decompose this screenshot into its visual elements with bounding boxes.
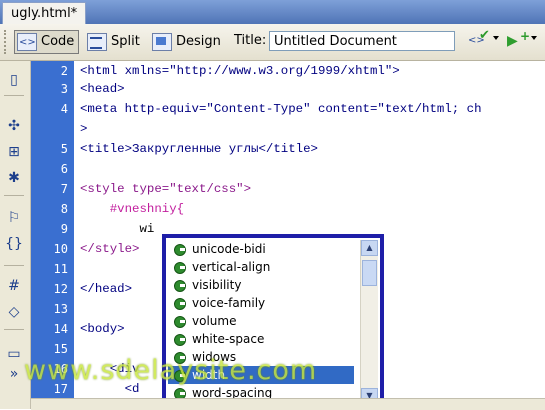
- title-label: Title:: [234, 33, 267, 48]
- code-line: wi: [80, 222, 155, 236]
- css-property-icon: [174, 262, 186, 274]
- code-line: <meta http-equiv="Content-Type" content=…: [80, 102, 482, 116]
- css-property-icon: [174, 298, 186, 310]
- document-tab-bar: ugly.html*: [0, 0, 545, 25]
- line-numbers-icon[interactable]: #: [5, 277, 23, 295]
- open-documents-icon[interactable]: ▯: [5, 71, 23, 89]
- scroll-up-button[interactable]: ▲: [361, 240, 378, 256]
- code-hint-label: volume: [192, 314, 237, 328]
- code-line: </head>: [80, 282, 133, 296]
- design-view-icon: [152, 33, 172, 51]
- css-property-icon: [174, 280, 186, 292]
- scroll-thumb[interactable]: [362, 260, 377, 286]
- line-number: 13: [53, 302, 68, 316]
- line-number: 12: [53, 282, 68, 296]
- line-number: 11: [53, 262, 68, 276]
- css-property-icon: [174, 334, 186, 346]
- code-hint-item[interactable]: voice-family: [168, 294, 354, 312]
- code-line: #vneshniy{: [80, 202, 185, 216]
- line-number: 3: [60, 82, 68, 96]
- balance-braces-icon[interactable]: {}: [5, 235, 23, 253]
- line-number: 5: [60, 142, 68, 156]
- code-hint-item[interactable]: unicode-bidi: [168, 240, 354, 258]
- code-hint-item[interactable]: vertical-align: [168, 258, 354, 276]
- split-view-label: Split: [111, 34, 140, 49]
- split-view-icon: [87, 33, 107, 51]
- code-hint-label: vertical-align: [192, 260, 271, 274]
- css-property-icon: [174, 316, 186, 328]
- code-line: <head>: [80, 82, 125, 96]
- toolbar-divider: [4, 95, 24, 96]
- code-line: <style type="text/css">: [80, 182, 252, 196]
- split-view-button[interactable]: Split: [84, 30, 145, 54]
- code-hint-item[interactable]: volume: [168, 312, 354, 330]
- code-line: <title>Закругленные углы</title>: [80, 142, 318, 156]
- line-number: 7: [60, 182, 68, 196]
- horizontal-scrollbar[interactable]: [31, 398, 545, 410]
- document-toolbar: Code Split Design Title:: [0, 24, 545, 61]
- code-hint-label: voice-family: [192, 296, 266, 310]
- line-number: 9: [60, 222, 68, 236]
- design-view-label: Design: [176, 34, 221, 49]
- toolbar-divider: [4, 265, 24, 266]
- watermark: www.sdelaysite.com: [24, 355, 318, 386]
- select-parent-tag-icon[interactable]: ⚐: [5, 209, 23, 227]
- css-property-icon: [174, 244, 186, 256]
- design-view-button[interactable]: Design: [149, 30, 226, 54]
- preview-in-browser-icon[interactable]: [507, 29, 530, 51]
- expand-all-icon[interactable]: ✱: [5, 169, 23, 187]
- collapse-selection-icon[interactable]: ⊞: [5, 143, 23, 161]
- line-number: 10: [53, 242, 68, 256]
- code-view-button[interactable]: Code: [14, 30, 80, 54]
- code-line: <html xmlns="http://www.w3.org/1999/xhtm…: [80, 64, 400, 78]
- line-number: 15: [53, 342, 68, 356]
- apply-comment-icon[interactable]: ▭: [5, 345, 23, 363]
- toolbar-grip[interactable]: [4, 30, 10, 54]
- code-hint-label: visibility: [192, 278, 242, 292]
- document-title-input[interactable]: [269, 31, 455, 51]
- code-line: >: [80, 122, 88, 136]
- code-line: </style>: [80, 242, 140, 256]
- collapse-tag-icon[interactable]: ✣: [5, 117, 23, 135]
- chevron-down-icon[interactable]: [493, 36, 499, 40]
- toolbar-divider: [4, 329, 24, 330]
- code-view-label: Code: [41, 34, 75, 49]
- code-view-icon: [17, 32, 37, 54]
- code-hint-label: white-space: [192, 332, 265, 346]
- toolbar-divider: [4, 195, 24, 196]
- line-number: 6: [60, 162, 68, 176]
- line-number: 2: [60, 64, 68, 78]
- highlight-invalid-code-icon[interactable]: ◇: [5, 303, 23, 321]
- line-number: 8: [60, 202, 68, 216]
- code-hint-item[interactable]: visibility: [168, 276, 354, 294]
- document-tab[interactable]: ugly.html*: [2, 2, 87, 25]
- chevron-down-icon[interactable]: [531, 36, 537, 40]
- code-hint-label: unicode-bidi: [192, 242, 266, 256]
- code-hint-item[interactable]: white-space: [168, 330, 354, 348]
- validate-markup-icon[interactable]: [468, 28, 490, 51]
- line-number: 14: [53, 322, 68, 336]
- line-number: 4: [60, 102, 68, 116]
- expand-toolbar-icon[interactable]: »: [5, 365, 23, 383]
- code-line: <body>: [80, 322, 125, 336]
- code-hint-scrollbar[interactable]: ▲ ▼: [360, 240, 378, 404]
